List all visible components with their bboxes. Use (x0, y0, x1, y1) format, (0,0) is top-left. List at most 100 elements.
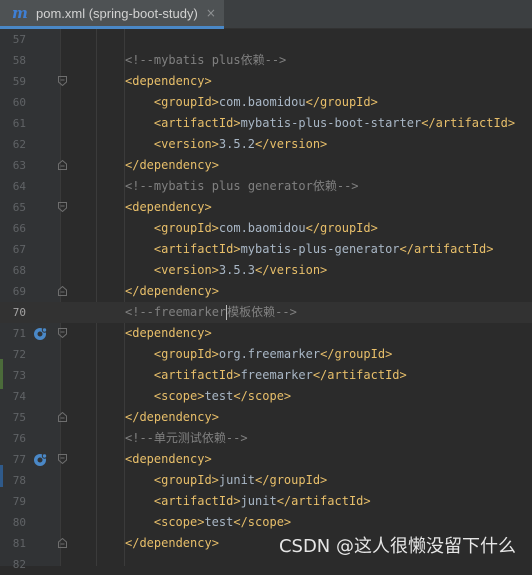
code-token: </groupId> (305, 221, 378, 235)
line-number: 69 (12, 285, 26, 298)
line-number: 78 (12, 474, 26, 487)
code-token: </dependency> (125, 158, 219, 172)
code-token: </groupId> (320, 347, 393, 361)
code-text: <groupId>com.baomidou</groupId> (154, 218, 378, 239)
code-token: </artifactId> (276, 494, 371, 508)
code-token: mybatis-plus-boot-starter (240, 116, 422, 130)
code-text: <groupId>junit</groupId> (154, 470, 327, 491)
code-text: <scope>test</scope> (154, 386, 291, 407)
line-number: 77 (12, 453, 26, 466)
code-line[interactable]: 75 </dependency> (0, 407, 532, 428)
code-token: 3.5.2 (218, 137, 256, 151)
code-line[interactable]: 80 <scope>test</scope> (0, 512, 532, 533)
code-line[interactable]: 77 <dependency> (0, 449, 532, 470)
close-tab-icon[interactable]: × (206, 6, 216, 20)
line-number: 61 (12, 117, 26, 130)
fold-open-icon[interactable] (58, 202, 67, 212)
code-editor[interactable]: 57 58 <!--mybatis plus依赖--> 59 <dependency> 6… (0, 29, 532, 571)
code-token: <dependency> (125, 326, 212, 340)
code-token: </artifactId> (421, 116, 516, 130)
code-token: <artifactId> (153, 494, 241, 508)
code-line[interactable]: 78 <groupId>junit</groupId> (0, 470, 532, 491)
line-number: 59 (12, 75, 26, 88)
code-text: <dependency> (125, 323, 212, 344)
code-line[interactable]: 61 <artifactId>mybatis-plus-boot-starter<… (0, 113, 532, 134)
code-token: <dependency> (125, 200, 212, 214)
code-token: </groupId> (255, 473, 328, 487)
code-text: <dependency> (125, 197, 212, 218)
code-line[interactable]: 72 <groupId>org.freemarker</groupId> (0, 344, 532, 365)
code-text: <artifactId>freemarker</artifactId> (154, 365, 407, 386)
code-line[interactable]: 69 </dependency> (0, 281, 532, 302)
code-text: <scope>test</scope> (154, 512, 291, 533)
line-number: 66 (12, 222, 26, 235)
line-number: 68 (12, 264, 26, 277)
code-token: <!--mybatis plus依赖--> (125, 53, 287, 67)
editor-tab-bar: m pom.xml (spring-boot-study) × (0, 0, 532, 29)
code-line[interactable]: 67 <artifactId>mybatis-plus-generator</ar… (0, 239, 532, 260)
code-line[interactable]: 58 <!--mybatis plus依赖--> (0, 50, 532, 71)
code-line[interactable]: 66 <groupId>com.baomidou</groupId> (0, 218, 532, 239)
code-line[interactable]: 70 <!--freemarker模板依赖--> (0, 302, 532, 323)
code-token: <dependency> (125, 74, 212, 88)
code-token: </version> (255, 137, 328, 151)
line-number: 81 (12, 537, 26, 550)
fold-open-icon[interactable] (58, 328, 67, 338)
maven-icon: m (12, 4, 28, 22)
code-text: <dependency> (125, 449, 212, 470)
line-number: 70 (12, 306, 26, 319)
code-line[interactable]: 57 (0, 29, 532, 50)
code-line[interactable]: 59 <dependency> (0, 71, 532, 92)
run-gutter-icon[interactable] (33, 452, 48, 466)
run-gutter-icon[interactable] (33, 326, 48, 340)
code-token: </dependency> (125, 410, 219, 424)
code-text: <groupId>org.freemarker</groupId> (154, 344, 392, 365)
code-line[interactable]: 65 <dependency> (0, 197, 532, 218)
code-text: <version>3.5.2</version> (154, 134, 327, 155)
line-number: 72 (12, 348, 26, 361)
fold-open-icon[interactable] (58, 454, 67, 464)
fold-close-icon[interactable] (58, 538, 67, 548)
code-token: com.baomidou (218, 95, 306, 109)
fold-close-icon[interactable] (58, 160, 67, 170)
code-text: <artifactId>mybatis-plus-generator</arti… (154, 239, 494, 260)
code-line[interactable]: 63 </dependency> (0, 155, 532, 176)
code-text: </dependency> (125, 533, 219, 554)
code-token: com.baomidou (218, 221, 306, 235)
line-number: 82 (12, 558, 26, 571)
line-number: 80 (12, 516, 26, 529)
tab-pom-xml[interactable]: m pom.xml (spring-boot-study) × (0, 0, 224, 29)
code-line[interactable]: 64 <!--mybatis plus generator依赖--> (0, 176, 532, 197)
code-token: <!--单元测试依赖--> (125, 431, 248, 445)
fold-close-icon[interactable] (58, 412, 67, 422)
code-token: <artifactId> (153, 242, 241, 256)
code-token: <groupId> (153, 347, 219, 361)
code-token: freemarker (240, 368, 313, 382)
code-token: junit (240, 494, 277, 508)
code-text: <groupId>com.baomidou</groupId> (154, 92, 378, 113)
code-token: <scope> (153, 515, 205, 529)
code-text: </dependency> (125, 155, 219, 176)
code-text: <artifactId>junit</artifactId> (154, 491, 371, 512)
code-line[interactable]: 73 <artifactId>freemarker</artifactId> (0, 365, 532, 386)
code-line[interactable]: 79 <artifactId>junit</artifactId> (0, 491, 532, 512)
code-line[interactable]: 60 <groupId>com.baomidou</groupId> (0, 92, 532, 113)
fold-open-icon[interactable] (58, 76, 67, 86)
code-token: test (204, 515, 234, 529)
code-line[interactable]: 68 <version>3.5.3</version> (0, 260, 532, 281)
tab-title: pom.xml (spring-boot-study) (36, 5, 198, 21)
code-line[interactable]: 71 <dependency> (0, 323, 532, 344)
code-token: <!--mybatis plus generator依赖--> (125, 179, 359, 193)
line-number: 64 (12, 180, 26, 193)
code-token: </groupId> (305, 95, 378, 109)
watermark: CSDN @这人很懒没留下什么 (278, 536, 516, 557)
line-number: 67 (12, 243, 26, 256)
code-line[interactable]: 62 <version>3.5.2</version> (0, 134, 532, 155)
code-line[interactable]: 74 <scope>test</scope> (0, 386, 532, 407)
fold-close-icon[interactable] (58, 286, 67, 296)
code-token: org.freemarker (218, 347, 321, 361)
code-token: </artifactId> (312, 368, 407, 382)
code-line[interactable]: 76 <!--单元测试依赖--> (0, 428, 532, 449)
code-token: </scope> (233, 389, 292, 403)
code-token: 3.5.3 (218, 263, 256, 277)
